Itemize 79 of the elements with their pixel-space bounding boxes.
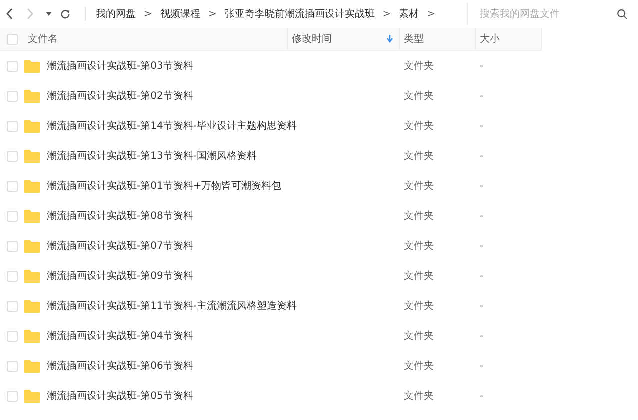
file-size: - [480, 330, 484, 342]
row-checkbox[interactable] [6, 270, 18, 282]
folder-icon [24, 300, 40, 312]
folder-icon [24, 210, 40, 222]
refresh-icon[interactable] [60, 8, 71, 20]
row-checkbox[interactable] [6, 180, 18, 192]
folder-icon [24, 90, 40, 102]
folder-icon [24, 330, 40, 342]
search-field[interactable]: 搜索我的网盘文件 [478, 8, 617, 20]
row-checkbox[interactable] [6, 360, 18, 372]
file-type: 文件夹 [404, 120, 434, 133]
breadcrumb-link[interactable]: 视频课程 [160, 7, 200, 21]
file-size: - [480, 180, 484, 192]
dropdown-icon[interactable] [46, 12, 52, 16]
file-type: 文件夹 [404, 270, 434, 283]
folder-icon [24, 60, 40, 72]
file-size: - [480, 90, 484, 102]
back-icon[interactable] [6, 8, 14, 20]
file-type: 文件夹 [404, 360, 434, 373]
sort-arrow-icon[interactable] [387, 35, 393, 43]
file-type: 文件夹 [404, 90, 434, 103]
folder-icon [24, 390, 40, 402]
file-size: - [480, 360, 484, 372]
file-name[interactable]: 潮流插画设计实战班-第06节资料 [47, 359, 194, 373]
column-header[interactable]: 类型 [400, 28, 476, 51]
file-type: 文件夹 [404, 180, 434, 193]
file-name[interactable]: 潮流插画设计实战班-第03节资料 [47, 59, 194, 73]
file-type: 文件夹 [404, 300, 434, 313]
folder-icon [24, 240, 40, 252]
row-checkbox[interactable] [6, 300, 18, 312]
folder-icon [24, 150, 40, 162]
row-checkbox[interactable] [6, 120, 18, 132]
row-checkbox[interactable] [6, 60, 18, 72]
row-checkbox[interactable] [6, 150, 18, 162]
file-name[interactable]: 潮流插画设计实战班-第02节资料 [47, 89, 194, 103]
file-name[interactable]: 潮流插画设计实战班-第04节资料 [47, 329, 194, 343]
file-type: 文件夹 [404, 330, 434, 343]
file-name[interactable]: 潮流插画设计实战班-第01节资料+万物皆可潮资料包 [47, 179, 282, 193]
breadcrumb-link[interactable]: 张亚奇李晓前潮流插画设计实战班 [224, 7, 375, 21]
file-name[interactable]: 潮流插画设计实战班-第05节资料 [47, 389, 194, 403]
column-header[interactable]: 大小 [476, 28, 542, 51]
file-type: 文件夹 [404, 210, 434, 223]
file-name[interactable]: 潮流插画设计实战班-第09节资料 [47, 269, 194, 283]
breadcrumb-link[interactable]: 素材 [399, 7, 420, 21]
file-name[interactable]: 潮流插画设计实战班-第11节资料-主流潮流风格塑造资料 [47, 299, 297, 313]
row-checkbox[interactable] [6, 390, 18, 402]
file-type: 文件夹 [404, 390, 434, 403]
folder-icon [24, 120, 40, 132]
file-size: - [480, 270, 484, 282]
file-size: - [480, 390, 484, 402]
file-size: - [480, 240, 484, 252]
row-checkbox[interactable] [6, 90, 18, 102]
row-checkbox[interactable] [6, 210, 18, 222]
breadcrumb-link[interactable]: 我的网盘 [96, 7, 136, 21]
file-size: - [480, 120, 484, 132]
file-name[interactable]: 潮流插画设计实战班-第14节资料-毕业设计主题构思资料 [47, 119, 297, 133]
row-checkbox[interactable] [6, 240, 18, 252]
file-name[interactable]: 潮流插画设计实战班-第08节资料 [47, 209, 194, 223]
folder-icon [24, 270, 40, 282]
file-size: - [480, 300, 484, 312]
breadcrumb-separator: > [144, 8, 152, 20]
file-type: 文件夹 [404, 60, 434, 73]
row-checkbox[interactable] [6, 330, 18, 342]
search-icon[interactable] [617, 8, 628, 20]
column-header[interactable]: 修改时间 [288, 28, 400, 51]
select-all-checkbox[interactable] [6, 34, 18, 44]
breadcrumb-separator: > [382, 8, 392, 20]
file-name[interactable]: 潮流插画设计实战班-第07节资料 [47, 239, 194, 253]
file-size: - [480, 210, 484, 222]
file-type: 文件夹 [404, 150, 434, 163]
file-name[interactable]: 潮流插画设计实战班-第13节资料-国潮风格资料 [47, 149, 257, 163]
breadcrumb-separator: > [427, 8, 436, 20]
breadcrumb-separator: > [208, 8, 217, 20]
file-size: - [480, 60, 484, 72]
folder-icon [24, 360, 40, 372]
column-header[interactable]: 文件名 [24, 28, 288, 51]
folder-icon [24, 180, 40, 192]
file-size: - [480, 150, 484, 162]
file-type: 文件夹 [404, 240, 434, 253]
